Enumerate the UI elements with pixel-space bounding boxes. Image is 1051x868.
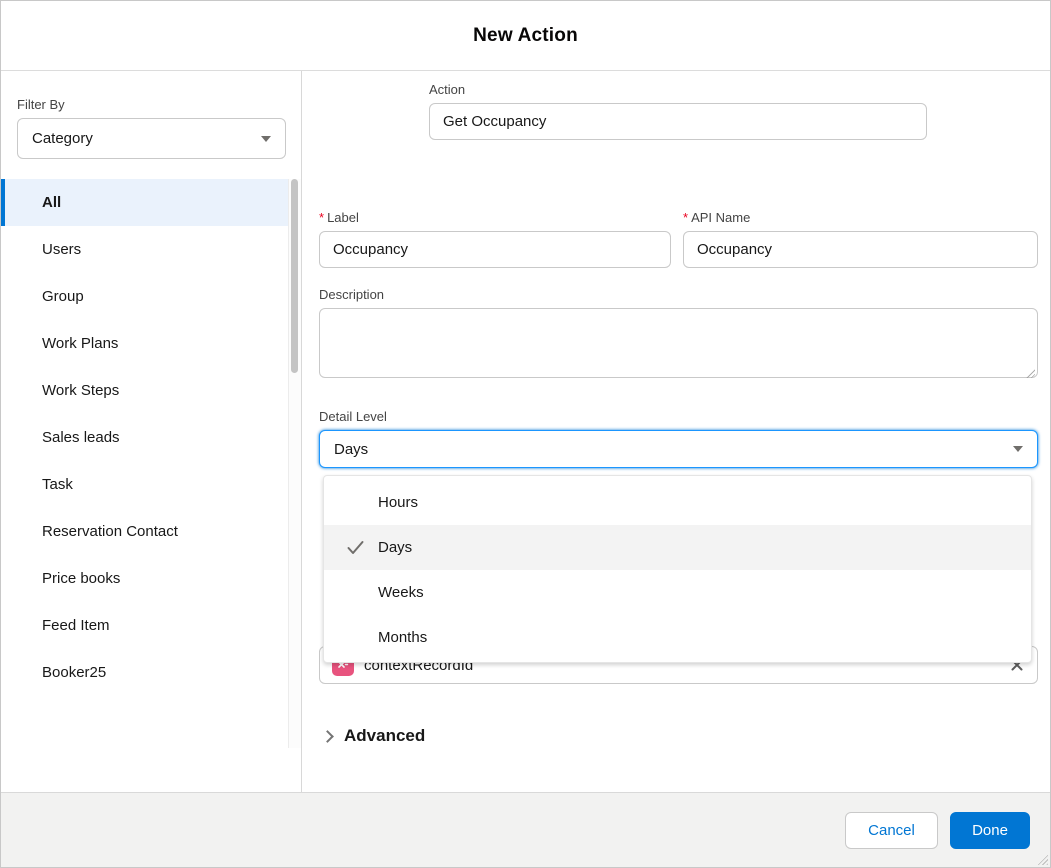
- detail-level-combobox[interactable]: Days: [319, 430, 1038, 468]
- new-action-modal: New Action Filter By Category All Users …: [0, 0, 1051, 868]
- option-hours[interactable]: Hours: [324, 480, 1031, 525]
- option-days[interactable]: Days: [324, 525, 1031, 570]
- check-icon: [346, 538, 365, 561]
- description-label: Description: [319, 287, 1038, 302]
- sidebar-scrollbar-track: [288, 179, 301, 748]
- option-weeks[interactable]: Weeks: [324, 570, 1031, 615]
- done-button[interactable]: Done: [950, 812, 1030, 849]
- chevron-right-icon: [321, 730, 334, 743]
- modal-title: New Action: [473, 25, 578, 47]
- option-months[interactable]: Months: [324, 615, 1031, 660]
- detail-level-value: Days: [334, 441, 1013, 458]
- sidebar-item-all[interactable]: All: [1, 179, 289, 226]
- sidebar-item-work-plans[interactable]: Work Plans: [1, 320, 289, 367]
- filter-by-label: Filter By: [17, 97, 65, 112]
- required-asterisk: *: [683, 210, 688, 225]
- api-name-label: *API Name: [683, 210, 1038, 225]
- action-input[interactable]: [429, 103, 927, 140]
- action-label: Action: [429, 82, 927, 97]
- category-select-value: Category: [32, 130, 261, 147]
- api-name-input[interactable]: [683, 231, 1038, 268]
- main-panel: Action *Label *API Name Description Deta…: [303, 71, 1050, 792]
- sidebar-item-work-steps[interactable]: Work Steps: [1, 367, 289, 414]
- action-field-group: Action: [429, 82, 927, 140]
- description-textarea[interactable]: [319, 308, 1038, 378]
- modal-header: New Action: [1, 1, 1050, 71]
- sidebar: Filter By Category All Users Group Work …: [1, 71, 302, 792]
- chevron-down-icon: [1013, 446, 1023, 452]
- category-select[interactable]: Category: [17, 118, 286, 159]
- cancel-button[interactable]: Cancel: [845, 812, 938, 849]
- chevron-down-icon: [261, 136, 271, 142]
- advanced-label: Advanced: [344, 726, 425, 746]
- sidebar-item-booker25[interactable]: Booker25: [1, 649, 289, 696]
- detail-level-field-group: Detail Level Days: [319, 409, 1038, 468]
- detail-level-dropdown: Hours Days Weeks Months: [323, 475, 1032, 663]
- description-field-group: Description: [319, 287, 1038, 383]
- sidebar-item-users[interactable]: Users: [1, 226, 289, 273]
- resize-grip-icon: [1035, 852, 1048, 865]
- sidebar-item-sales-leads[interactable]: Sales leads: [1, 414, 289, 461]
- label-input[interactable]: [319, 231, 671, 268]
- label-field-group: *Label: [319, 210, 671, 268]
- modal-footer: Cancel Done: [1, 792, 1050, 867]
- sidebar-item-reservation-contact[interactable]: Reservation Contact: [1, 508, 289, 555]
- sidebar-item-group[interactable]: Group: [1, 273, 289, 320]
- sidebar-scrollbar-thumb[interactable]: [291, 179, 298, 373]
- category-list: All Users Group Work Plans Work Steps Sa…: [1, 179, 289, 696]
- sidebar-item-task[interactable]: Task: [1, 461, 289, 508]
- label-label: *Label: [319, 210, 671, 225]
- advanced-toggle[interactable]: Advanced: [319, 726, 425, 746]
- required-asterisk: *: [319, 210, 324, 225]
- detail-level-label: Detail Level: [319, 409, 1038, 424]
- sidebar-item-price-books[interactable]: Price books: [1, 555, 289, 602]
- api-name-field-group: *API Name: [683, 210, 1038, 268]
- sidebar-item-feed-item[interactable]: Feed Item: [1, 602, 289, 649]
